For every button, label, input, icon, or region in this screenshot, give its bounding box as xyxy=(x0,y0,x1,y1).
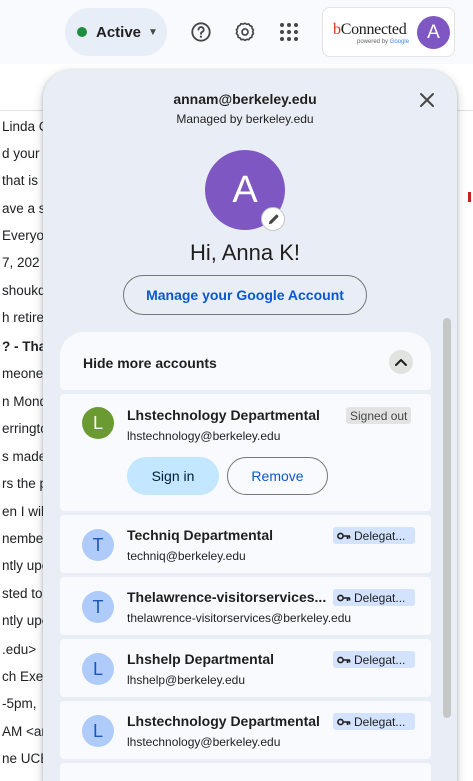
account-email: techniq@berkeley.edu xyxy=(127,549,246,563)
key-icon xyxy=(337,656,351,663)
signed-out-account-card: L Lhstechnology Departmental lhstechnolo… xyxy=(60,394,431,511)
account-panel: annam@berkeley.edu Managed by berkeley.e… xyxy=(43,70,457,781)
account-email: lhstechnology@berkeley.edu xyxy=(127,735,281,749)
delegated-badge: Delegat... xyxy=(333,527,415,544)
greeting: Hi, Anna K! xyxy=(189,240,301,265)
sign-in-button[interactable]: Sign in xyxy=(127,457,219,495)
account-name: Lhstechnology Departmental xyxy=(127,713,320,729)
delegated-label: Delegat... xyxy=(354,714,406,729)
help-icon[interactable] xyxy=(185,16,217,48)
delegated-label: Delegat... xyxy=(354,528,406,543)
chevron-up-icon[interactable] xyxy=(389,350,413,374)
close-icon[interactable] xyxy=(415,88,439,112)
account-avatar: T xyxy=(82,529,114,561)
delegated-badge: Delegat... xyxy=(333,651,415,668)
remove-button[interactable]: Remove xyxy=(227,457,328,495)
account-item[interactable]: L Lhshelp Departmental lhshelp@berkeley.… xyxy=(60,639,431,697)
account-item[interactable]: T Thelawrence-visitorservices... thelawr… xyxy=(60,577,431,635)
account-avatar: T xyxy=(82,591,114,623)
account-avatar: L xyxy=(82,653,114,685)
status-active-dot xyxy=(77,27,87,37)
status-dropdown[interactable]: Active ▼ xyxy=(65,8,167,56)
powered-by-google: powered by Google xyxy=(357,39,410,45)
signed-out-badge: Signed out xyxy=(346,407,412,424)
accounts-header-label: Hide more accounts xyxy=(83,355,217,371)
account-avatar: L xyxy=(82,715,114,747)
manage-account-button[interactable]: Manage your Google Account xyxy=(123,275,367,315)
managed-by-text: Managed by berkeley.edu xyxy=(176,112,314,126)
account-name: Lhshelp Departmental xyxy=(127,651,275,667)
key-icon xyxy=(337,718,351,725)
edit-pencil-icon[interactable] xyxy=(261,207,285,231)
account-name: Techniq Departmental xyxy=(127,527,273,543)
delegated-label: Delegat... xyxy=(354,652,406,667)
status-label: Active xyxy=(96,23,142,41)
avatar: A xyxy=(417,16,450,49)
account-item[interactable]: L Lhstechnology Departmental lhstechnolo… xyxy=(60,701,431,759)
accounts-toggle[interactable]: Hide more accounts xyxy=(60,332,431,390)
delegated-label: Delegat... xyxy=(354,590,406,605)
account-email: lhstechnology@berkeley.edu xyxy=(127,429,281,443)
delegated-badge: Delegat... xyxy=(333,589,415,606)
account-avatar: L xyxy=(82,407,114,439)
label-marker xyxy=(468,192,471,202)
account-switcher-button[interactable]: bConnected powered by Google A xyxy=(322,7,455,57)
account-email: thelawrence-visitorservices@berkeley.edu xyxy=(127,611,352,625)
settings-gear-icon[interactable] xyxy=(229,16,261,48)
account-email: lhshelp@berkeley.edu xyxy=(127,673,246,687)
key-icon xyxy=(337,594,351,601)
account-name: Thelawrence-visitorservices... xyxy=(127,589,327,605)
account-name: Lhstechnology Departmental xyxy=(127,407,320,423)
key-icon xyxy=(337,532,351,539)
bconnected-logo: bConnected xyxy=(333,21,407,38)
apps-grid-icon[interactable] xyxy=(273,16,305,48)
account-item[interactable]: T Techniq Departmental techniq@berkeley.… xyxy=(60,515,431,573)
accounts-section: Hide more accounts L Lhstechnology Depar… xyxy=(60,332,431,781)
panel-scrollbar[interactable] xyxy=(443,318,451,718)
account-item[interactable] xyxy=(60,763,431,781)
chevron-down-icon: ▼ xyxy=(148,26,158,38)
account-email: annam@berkeley.edu xyxy=(173,91,317,107)
delegated-badge: Delegat... xyxy=(333,713,415,730)
top-bar: Active ▼ bConnected powered by Google A xyxy=(0,0,473,64)
